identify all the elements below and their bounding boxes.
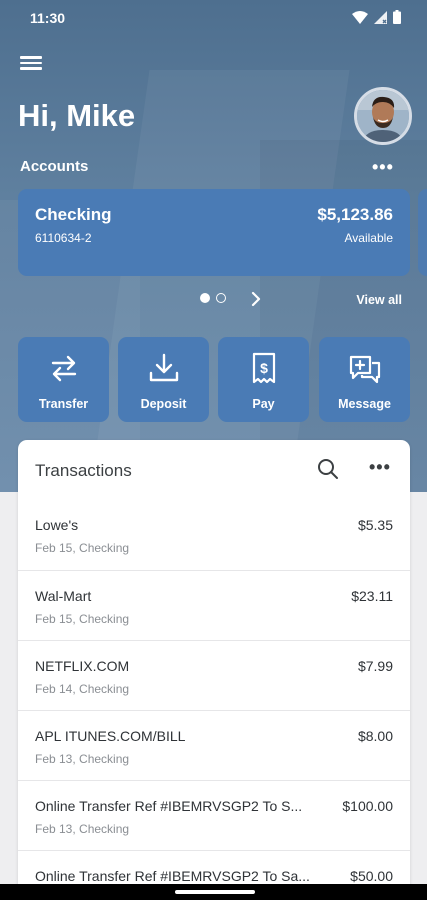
deposit-icon bbox=[149, 353, 178, 382]
transaction-meta: Feb 15, Checking bbox=[35, 541, 130, 555]
status-bar: 11:30 bbox=[0, 0, 427, 36]
transfer-icon bbox=[51, 355, 76, 382]
transfer-button[interactable]: Transfer bbox=[18, 337, 109, 422]
message-label: Message bbox=[338, 397, 391, 411]
account-name: Checking bbox=[35, 205, 112, 224]
greeting: Hi, Mike bbox=[18, 98, 136, 133]
signal-icon bbox=[374, 10, 387, 24]
transaction-merchant: Online Transfer Ref #IBEMRVSGP2 To Sa... bbox=[35, 868, 310, 884]
account-balance: $5,123.86 bbox=[317, 205, 393, 224]
home-gesture-handle[interactable] bbox=[175, 890, 255, 894]
carousel-pager bbox=[200, 293, 226, 303]
hamburger-menu-icon[interactable] bbox=[20, 54, 42, 72]
pay-label: Pay bbox=[252, 397, 275, 411]
transaction-merchant: Online Transfer Ref #IBEMRVSGP2 To S... bbox=[35, 798, 303, 814]
wifi-icon bbox=[352, 10, 368, 24]
transactions-more-icon[interactable]: ••• bbox=[369, 457, 391, 478]
svg-text:$: $ bbox=[260, 360, 268, 376]
transaction-meta: Feb 14, Checking bbox=[35, 682, 130, 696]
transaction-merchant: Lowe's bbox=[35, 517, 79, 533]
menu-line bbox=[20, 61, 42, 64]
transaction-amount: $50.00 bbox=[350, 868, 393, 884]
pager-dot-active[interactable] bbox=[200, 293, 210, 303]
transfer-label: Transfer bbox=[38, 397, 89, 411]
next-account-card-peek[interactable] bbox=[418, 189, 427, 276]
message-button[interactable]: Message bbox=[319, 337, 410, 422]
avatar[interactable] bbox=[354, 87, 412, 145]
transactions-card: Transactions ••• Lowe's $5.35 Feb 15, Ch… bbox=[18, 440, 410, 900]
pager-dot[interactable] bbox=[216, 293, 226, 303]
transaction-row[interactable]: Online Transfer Ref #IBEMRVSGP2 To S... … bbox=[18, 780, 410, 850]
pay-button[interactable]: $ Pay bbox=[218, 337, 309, 422]
account-number: 6110634-2 bbox=[35, 231, 92, 245]
accounts-more-icon[interactable]: ••• bbox=[372, 157, 394, 178]
menu-line bbox=[20, 67, 42, 70]
transaction-amount: $5.35 bbox=[357, 517, 393, 533]
pay-bill-icon: $ bbox=[252, 352, 275, 384]
transaction-amount: $23.11 bbox=[351, 588, 393, 604]
quick-actions: Transfer Deposit $ Pay Message bbox=[18, 337, 410, 422]
search-icon[interactable] bbox=[316, 457, 340, 481]
transaction-meta: Feb 15, Checking bbox=[35, 612, 130, 626]
message-icon bbox=[349, 355, 380, 384]
transaction-amount: $7.99 bbox=[357, 658, 393, 674]
battery-icon bbox=[393, 10, 401, 24]
transaction-merchant: Wal-Mart bbox=[35, 588, 92, 604]
status-time: 11:30 bbox=[30, 10, 66, 26]
transaction-amount: $8.00 bbox=[357, 728, 393, 744]
profile-photo bbox=[357, 90, 409, 142]
transaction-row[interactable]: NETFLIX.COM $7.99 Feb 14, Checking bbox=[18, 640, 410, 710]
accounts-label: Accounts bbox=[20, 158, 89, 175]
menu-line bbox=[20, 56, 42, 59]
chevron-right-icon[interactable] bbox=[248, 290, 264, 308]
transaction-meta: Feb 13, Checking bbox=[35, 752, 130, 766]
transaction-row[interactable]: Wal-Mart $23.11 Feb 15, Checking bbox=[18, 570, 410, 640]
transaction-merchant: NETFLIX.COM bbox=[35, 658, 130, 674]
deposit-label: Deposit bbox=[140, 397, 187, 411]
account-balance-label: Available bbox=[344, 231, 393, 245]
account-card-checking[interactable]: Checking 6110634-2 $5,123.86 Available bbox=[18, 189, 410, 276]
deposit-button[interactable]: Deposit bbox=[118, 337, 209, 422]
transactions-list: Lowe's $5.35 Feb 15, Checking Wal-Mart $… bbox=[18, 500, 410, 900]
transaction-meta: Feb 13, Checking bbox=[35, 822, 130, 836]
transaction-merchant: APL ITUNES.COM/BILL bbox=[35, 728, 186, 744]
transaction-amount: $100.00 bbox=[342, 798, 393, 814]
transaction-row[interactable]: APL ITUNES.COM/BILL $8.00 Feb 13, Checki… bbox=[18, 710, 410, 780]
view-all-link[interactable]: View all bbox=[356, 293, 402, 307]
transactions-title: Transactions bbox=[35, 461, 132, 480]
status-icons bbox=[352, 10, 401, 24]
transaction-row[interactable]: Lowe's $5.35 Feb 15, Checking bbox=[18, 500, 410, 570]
